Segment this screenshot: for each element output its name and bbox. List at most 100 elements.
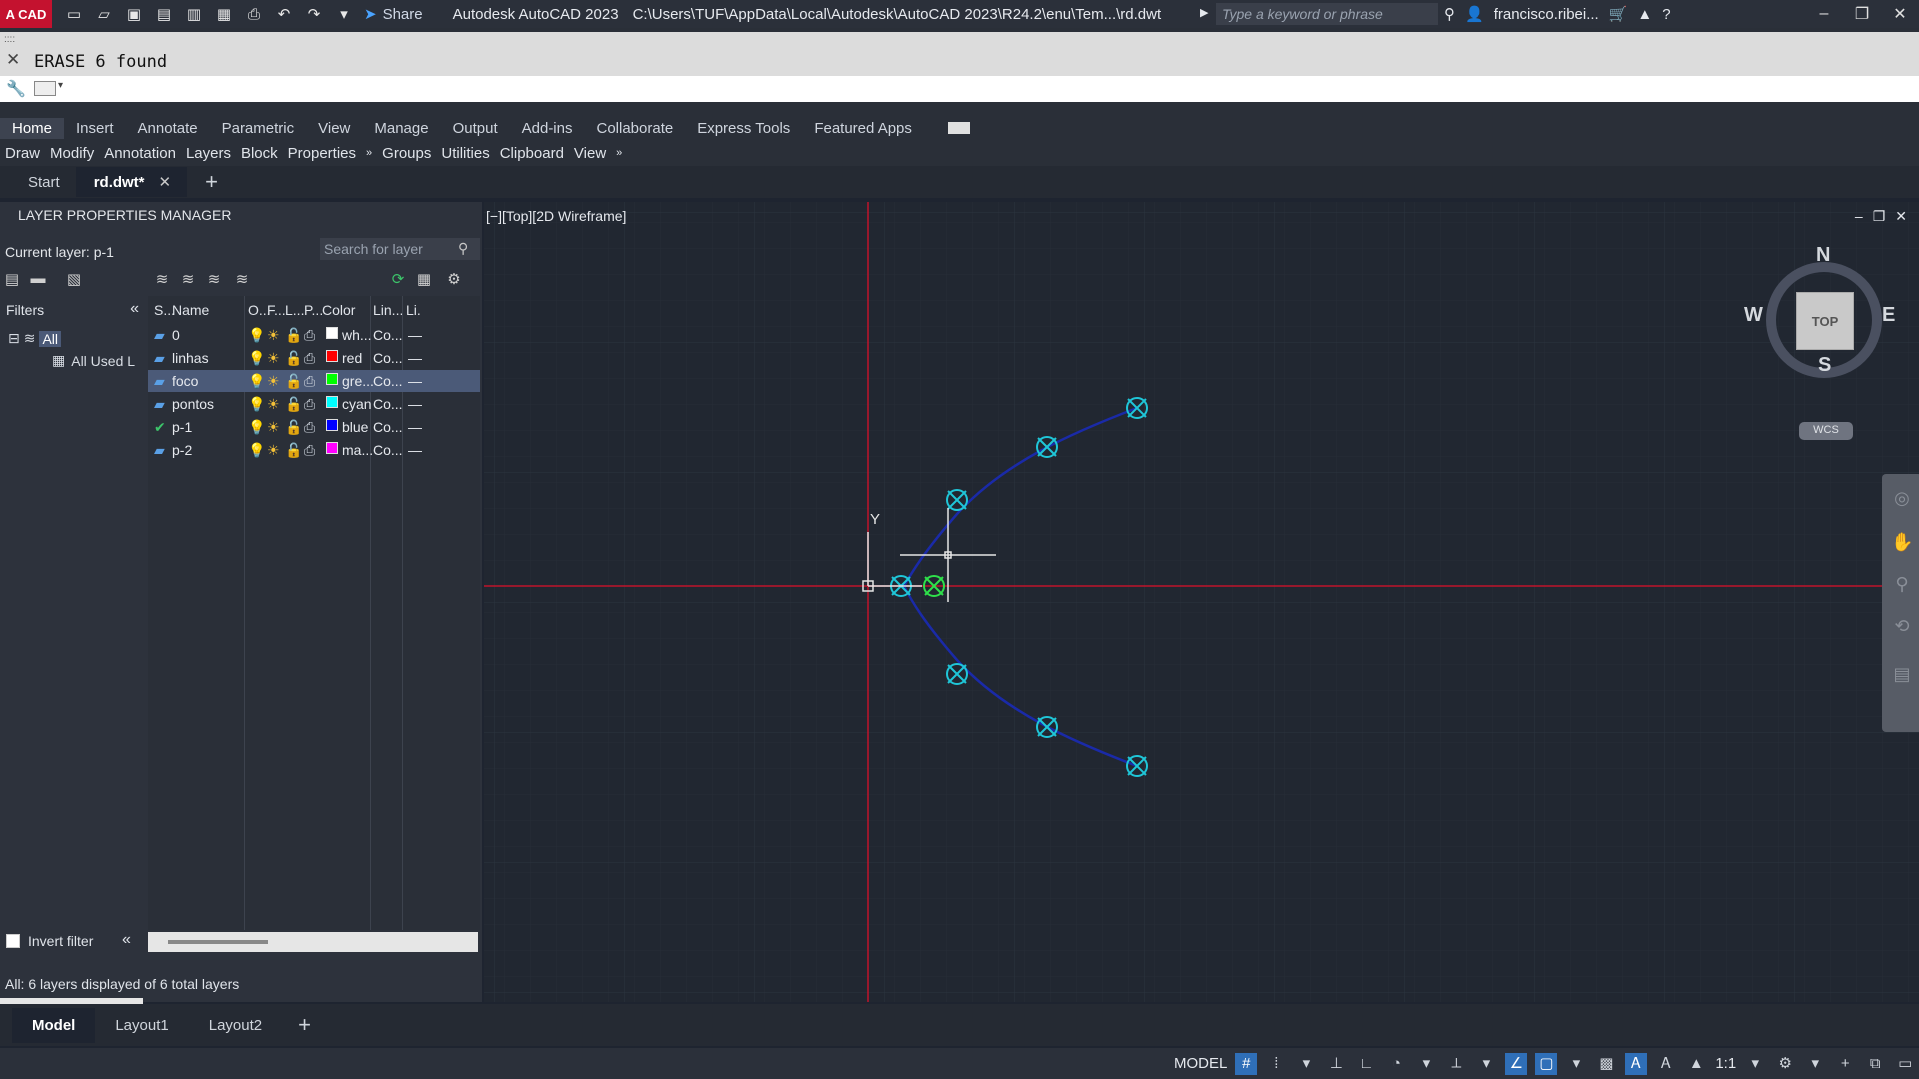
column-header-6[interactable]: Color	[322, 302, 355, 318]
tab-view[interactable]: View	[306, 118, 362, 139]
layer-thaw-icon[interactable]: ☀	[267, 442, 280, 459]
layer-lineweight-icon[interactable]: —	[408, 327, 422, 343]
transparency-icon[interactable]: ▩	[1595, 1053, 1617, 1075]
refresh-icon[interactable]: ⟳	[388, 270, 408, 288]
filter-tree-all[interactable]: ⊟ ≋ All	[8, 330, 62, 347]
snap-icon[interactable]: ⁞	[1265, 1053, 1287, 1075]
panel-properties[interactable]: Properties	[283, 143, 361, 164]
invert-filter-checkbox[interactable]: Invert filter	[6, 933, 93, 949]
layer-status-icon[interactable]: ▰	[154, 327, 165, 344]
chevron-down-icon[interactable]: ▾	[1295, 1053, 1317, 1075]
help-icon[interactable]: ?	[1662, 6, 1670, 23]
layer-unlock-icon[interactable]: 🔓	[285, 442, 302, 459]
layer-linetype[interactable]: Co...	[373, 396, 403, 412]
infer-constraints-icon[interactable]: ⊥	[1325, 1053, 1347, 1075]
wrench-icon[interactable]: 🔧	[6, 79, 26, 99]
layer-lineweight-icon[interactable]: —	[408, 350, 422, 366]
help-search-input[interactable]: Type a keyword or phrase	[1216, 3, 1438, 25]
tab-rd-dwt[interactable]: rd.dwt* ✕	[75, 167, 188, 197]
layer-row[interactable]: ▰ linhas 💡 ☀ 🔓 ⎙ red Co... —	[148, 347, 480, 369]
tab-parametric[interactable]: Parametric	[210, 118, 307, 139]
open-folder-icon[interactable]: ▱	[94, 4, 114, 24]
panel-clipboard[interactable]: Clipboard	[495, 143, 569, 164]
isolate-objects-icon[interactable]: ⧉	[1864, 1053, 1886, 1075]
new-file-icon[interactable]: ▭	[64, 4, 84, 24]
command-input[interactable]: 🔧 ▾	[0, 76, 1919, 102]
layer-thaw-icon[interactable]: ☀	[267, 373, 280, 390]
layer-color-name[interactable]: ma...	[342, 442, 373, 458]
layer-color-swatch[interactable]	[326, 442, 338, 454]
layer-color-swatch[interactable]	[326, 396, 338, 408]
layer-thaw-icon[interactable]: ☀	[267, 327, 280, 344]
layer-on-icon[interactable]: 💡	[248, 419, 265, 436]
tab-featured-apps[interactable]: Featured Apps	[802, 118, 924, 139]
layer-lineweight-icon[interactable]: —	[408, 442, 422, 458]
ortho-icon[interactable]: ∟	[1355, 1053, 1377, 1075]
layer-linetype[interactable]: Co...	[373, 419, 403, 435]
layer-plot-icon[interactable]: ⎙	[304, 327, 315, 344]
layout-tab-layout2[interactable]: Layout2	[189, 1008, 282, 1043]
new-layer-frozen-icon[interactable]: ≋	[178, 270, 198, 288]
new-tab-button[interactable]: +	[187, 169, 236, 195]
collapse-icon[interactable]: «	[122, 931, 131, 949]
zoom-icon[interactable]: ⚲	[1891, 574, 1913, 596]
gear-icon[interactable]: ⚙	[444, 270, 464, 288]
set-current-icon[interactable]: ≋	[232, 270, 252, 288]
chevron-down-icon[interactable]: ▾	[1565, 1053, 1587, 1075]
column-header-1[interactable]: Name	[172, 302, 209, 318]
layer-plot-icon[interactable]: ⎙	[304, 442, 315, 459]
pan-icon[interactable]: ✋	[1891, 532, 1913, 554]
isodraft-icon[interactable]: ⟂	[1445, 1053, 1467, 1075]
layer-color-name[interactable]: cyan	[342, 396, 372, 412]
save-icon[interactable]: ▣	[124, 4, 144, 24]
save-web-icon[interactable]: ▦	[214, 4, 234, 24]
layer-status-icon[interactable]: ▰	[154, 396, 165, 413]
layout-tab-layout1[interactable]: Layout1	[95, 1008, 188, 1043]
layer-color-name[interactable]: gre...	[342, 373, 374, 389]
layer-color-name[interactable]: blue	[342, 419, 368, 435]
compass-east[interactable]: E	[1882, 304, 1895, 327]
layer-on-icon[interactable]: 💡	[248, 396, 265, 413]
layer-row[interactable]: ▰ 0 💡 ☀ 🔓 ⎙ wh... Co... —	[148, 324, 480, 346]
layer-unlock-icon[interactable]: 🔓	[285, 373, 302, 390]
column-header-3[interactable]: F...	[267, 302, 286, 318]
gear-icon[interactable]: ⚙	[1774, 1053, 1796, 1075]
layer-on-icon[interactable]: 💡	[248, 442, 265, 459]
layer-color-name[interactable]: wh...	[342, 327, 372, 343]
layer-lineweight-icon[interactable]: —	[408, 373, 422, 389]
panel-utilities[interactable]: Utilities	[436, 143, 494, 164]
viewport-controls-label[interactable]: [−][Top][2D Wireframe]	[486, 208, 626, 224]
wcs-menu[interactable]: WCS	[1799, 422, 1853, 440]
layer-unlock-icon[interactable]: 🔓	[285, 350, 302, 367]
orbit-icon[interactable]: ⟲	[1891, 616, 1913, 638]
tab-add-ins[interactable]: Add-ins	[510, 118, 585, 139]
panel-expand-icon[interactable]: »	[361, 145, 377, 161]
workspace-toggle-icon[interactable]	[947, 122, 970, 134]
panel-groups[interactable]: Groups	[377, 143, 436, 164]
save-as-icon[interactable]: ▤	[154, 4, 174, 24]
autocad-logo[interactable]: A CAD	[0, 0, 52, 28]
layer-row[interactable]: ✔ p-1 💡 ☀ 🔓 ⎙ blue Co... —	[148, 416, 480, 438]
layer-linetype[interactable]: Co...	[373, 442, 403, 458]
filter-used-label[interactable]: All Used L	[71, 353, 135, 369]
object-snap-tracking-icon[interactable]: ∠	[1505, 1052, 1528, 1075]
tab-home[interactable]: Home	[0, 117, 65, 139]
undo-icon[interactable]: ↶	[274, 4, 294, 24]
layer-color-swatch[interactable]	[326, 350, 338, 362]
layer-row[interactable]: ▰ p-2 💡 ☀ 🔓 ⎙ ma... Co... —	[148, 439, 480, 461]
panel-expand-icon[interactable]: »	[611, 145, 627, 161]
new-property-filter-icon[interactable]: ▤	[2, 270, 22, 288]
chevron-down-icon[interactable]: ▾	[1744, 1053, 1766, 1075]
viewcube[interactable]: TOP N S E W	[1744, 244, 1895, 390]
close-icon[interactable]: ✕	[1895, 208, 1907, 225]
column-header-7[interactable]: Lin...	[373, 302, 403, 318]
layer-linetype[interactable]: Co...	[373, 327, 403, 343]
column-header-4[interactable]: L...	[285, 302, 304, 318]
layer-status-icon[interactable]: ▰	[154, 442, 165, 459]
collapse-icon[interactable]: «	[130, 300, 139, 318]
tab-output[interactable]: Output	[441, 118, 510, 139]
command-close-icon[interactable]: ✕	[6, 50, 20, 70]
polar-icon[interactable]: ◔	[1385, 1053, 1407, 1075]
layer-status-icon[interactable]: ▰	[154, 373, 165, 390]
new-group-filter-icon[interactable]: ▬	[28, 270, 48, 288]
